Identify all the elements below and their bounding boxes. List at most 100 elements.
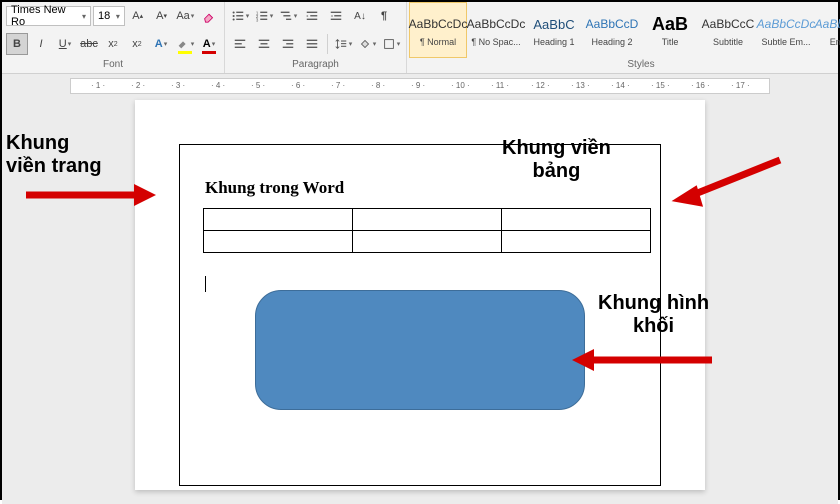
annotation-table-border: Khung viền bảng [502, 137, 611, 183]
highlight-button[interactable]: ▾ [174, 33, 196, 55]
chevron-down-icon: ▾ [116, 12, 120, 21]
strikethrough-button[interactable]: abc [78, 33, 100, 55]
borders-button[interactable]: ▾ [380, 33, 402, 55]
borders-icon [382, 37, 396, 51]
align-center-button[interactable] [253, 33, 275, 55]
style-item--normal[interactable]: AaBbCcDc¶ Normal [409, 2, 467, 58]
style-preview: AaBbCcDc [757, 13, 816, 35]
paint-bucket-icon [358, 37, 372, 51]
font-color-button[interactable]: A▾ [198, 33, 220, 55]
ruler-tick: · 13 · [571, 81, 590, 90]
ruler-tick: · 11 · [491, 81, 509, 90]
ruler-tick: · 12 · [531, 81, 550, 90]
ruler-tick: · 2 · [131, 81, 145, 90]
sort-button[interactable]: A↓ [349, 5, 371, 27]
style-preview: AaBbCcDc [409, 13, 468, 35]
style-preview: AaBbCcD [586, 13, 639, 35]
style-item-empha[interactable]: AaBbCcDcEmpha [815, 2, 840, 58]
styles-gallery[interactable]: AaBbCcDc¶ NormalAaBbCcDc¶ No Spac...AaBb… [407, 2, 840, 58]
style-item-subtle-em-[interactable]: AaBbCcDc Subtle Em... [757, 2, 815, 58]
ruler-tick: · 3 · [171, 81, 185, 90]
shading-button[interactable]: ▾ [356, 33, 378, 55]
align-right-button[interactable] [277, 33, 299, 55]
style-item-title[interactable]: AaBTitle [641, 2, 699, 58]
style-item-heading-2[interactable]: AaBbCcD Heading 2 [583, 2, 641, 58]
shrink-font-button[interactable]: A▾ [151, 5, 173, 27]
style-name: Empha [830, 37, 840, 47]
group-label-styles: Styles [407, 58, 840, 71]
ruler-tick: · 10 · [451, 81, 470, 90]
style-item--no-spac-[interactable]: AaBbCcDc¶ No Spac... [467, 2, 525, 58]
line-spacing-button[interactable]: ▾ [332, 33, 354, 55]
eraser-icon [202, 9, 216, 23]
arrow-icon [660, 152, 790, 212]
ruler-tick: · 5 · [251, 81, 265, 90]
ruler-tick: · 6 · [291, 81, 305, 90]
group-label-font: Font [2, 58, 224, 71]
style-name: Subtitle [713, 37, 743, 47]
ruler-tick: · 15 · [651, 81, 670, 90]
style-preview: AaBbCcDc [467, 13, 526, 35]
annotation-shape-block: Khung hình khối [598, 292, 709, 338]
outdent-icon [305, 9, 319, 23]
bullets-button[interactable]: ▾ [229, 5, 251, 27]
clear-formatting-button[interactable] [198, 5, 220, 27]
document-table[interactable] [203, 208, 651, 253]
bullets-icon [231, 9, 245, 23]
separator [327, 34, 328, 54]
group-font: Times New Ro ▾ 18 ▾ A▴ A▾ Aa▾ B I U▾ abc… [2, 2, 225, 73]
align-left-button[interactable] [229, 33, 251, 55]
align-center-icon [257, 37, 271, 51]
ruler-tick: · 4 · [211, 81, 225, 90]
ruler-tick: · 1 · [91, 81, 105, 90]
style-name: Title [662, 37, 679, 47]
font-family-value: Times New Ro [11, 4, 82, 28]
justify-button[interactable] [301, 33, 323, 55]
style-item-subtitle[interactable]: AaBbCcCSubtitle [699, 2, 757, 58]
decrease-indent-button[interactable] [301, 5, 323, 27]
align-left-icon [233, 37, 247, 51]
line-spacing-icon [334, 37, 348, 51]
rounded-rectangle-shape[interactable] [255, 290, 585, 410]
table-row[interactable] [204, 231, 651, 253]
subscript-button[interactable]: x2 [102, 33, 124, 55]
document-heading[interactable]: Khung trong Word [205, 178, 344, 198]
svg-text:3: 3 [256, 17, 259, 22]
text-cursor [205, 276, 206, 292]
change-case-button[interactable]: Aa▾ [174, 5, 196, 27]
table-row[interactable] [204, 209, 651, 231]
ribbon: Times New Ro ▾ 18 ▾ A▴ A▾ Aa▾ B I U▾ abc… [2, 2, 838, 74]
workspace: · 1 ·· 2 ·· 3 ·· 4 ·· 5 ·· 6 ·· 7 ·· 8 ·… [2, 74, 838, 504]
ruler-tick: · 9 · [411, 81, 425, 90]
italic-button[interactable]: I [30, 33, 52, 55]
font-family-select[interactable]: Times New Ro ▾ [6, 6, 91, 26]
ruler-tick: · 16 · [691, 81, 710, 90]
multilevel-list-button[interactable]: ▾ [277, 5, 299, 27]
underline-button[interactable]: U▾ [54, 33, 76, 55]
horizontal-ruler[interactable]: · 1 ·· 2 ·· 3 ·· 4 ·· 5 ·· 6 ·· 7 ·· 8 ·… [70, 78, 770, 94]
text-effects-button[interactable]: A▾ [150, 33, 172, 55]
multilevel-icon [279, 9, 293, 23]
highlighter-icon [176, 37, 190, 51]
superscript-button[interactable]: x2 [126, 33, 148, 55]
arrow-icon [562, 347, 712, 373]
font-size-value: 18 [98, 10, 110, 22]
style-preview: AaBbC [533, 13, 574, 35]
style-item-heading-1[interactable]: AaBbCHeading 1 [525, 2, 583, 58]
ruler-tick: · 7 · [331, 81, 345, 90]
show-marks-button[interactable]: ¶ [373, 5, 395, 27]
style-name: Subtle Em... [761, 37, 810, 47]
justify-icon [305, 37, 319, 51]
style-name: Heading 2 [591, 37, 632, 47]
group-label-paragraph: Paragraph [225, 58, 406, 71]
bold-button[interactable]: B [6, 33, 28, 55]
ruler-tick: · 14 · [611, 81, 630, 90]
ruler-tick: · 17 · [731, 81, 750, 90]
numbering-button[interactable]: 123▾ [253, 5, 275, 27]
increase-indent-button[interactable] [325, 5, 347, 27]
chevron-down-icon: ▾ [82, 12, 86, 21]
ruler-container: · 1 ·· 2 ·· 3 ·· 4 ·· 5 ·· 6 ·· 7 ·· 8 ·… [2, 74, 838, 94]
indent-icon [329, 9, 343, 23]
grow-font-button[interactable]: A▴ [127, 5, 149, 27]
font-size-select[interactable]: 18 ▾ [93, 6, 125, 26]
